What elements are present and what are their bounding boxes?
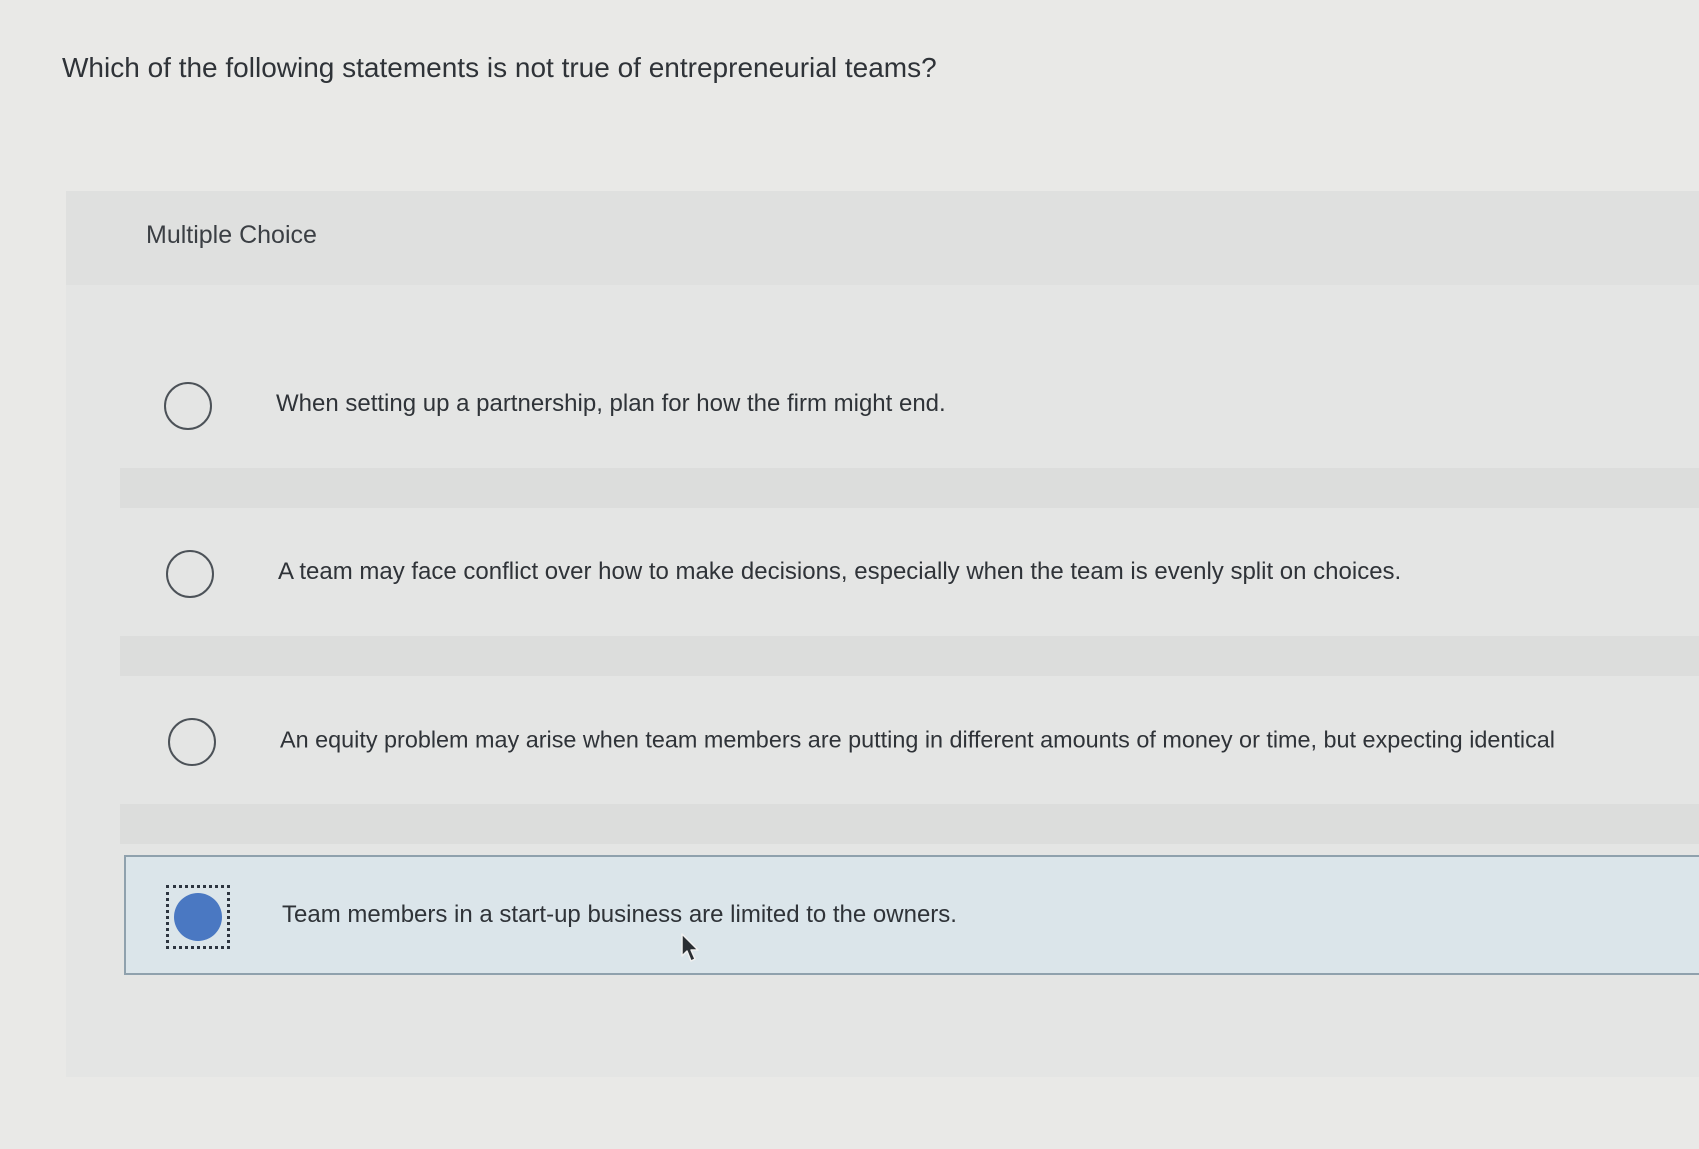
panel-header: Multiple Choice: [66, 191, 1699, 285]
answer-option-1[interactable]: When setting up a partnership, plan for …: [54, 346, 1633, 462]
radio-focus-ring[interactable]: [166, 885, 230, 949]
option-divider: [120, 804, 1699, 844]
answer-option-3-label[interactable]: An equity problem may arise when team me…: [280, 727, 1555, 754]
option-divider: [120, 636, 1699, 676]
answer-option-4-selected[interactable]: Team members in a start-up business are …: [124, 855, 1699, 975]
radio-button-4-selected[interactable]: [174, 893, 222, 941]
mouse-pointer-icon: [681, 933, 699, 962]
question-text: Which of the following statements is not…: [62, 52, 937, 83]
radio-button-1[interactable]: [164, 382, 212, 430]
answer-option-1-label[interactable]: When setting up a partnership, plan for …: [276, 390, 946, 418]
answer-option-4-label[interactable]: Team members in a start-up business are …: [282, 901, 957, 929]
option-divider: [120, 468, 1699, 508]
panel-title: Multiple Choice: [146, 221, 317, 249]
radio-button-3[interactable]: [168, 718, 216, 766]
answer-option-3[interactable]: An equity problem may arise when team me…: [54, 682, 1633, 798]
radio-button-2[interactable]: [166, 550, 214, 598]
answer-option-2-label[interactable]: A team may face conflict over how to mak…: [278, 558, 1401, 586]
answer-option-2[interactable]: A team may face conflict over how to mak…: [54, 514, 1633, 630]
